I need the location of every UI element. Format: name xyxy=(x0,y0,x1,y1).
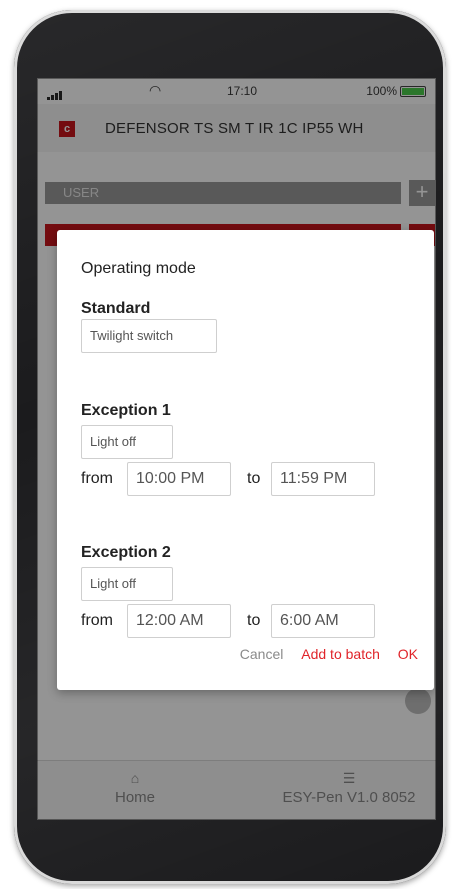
ok-button[interactable]: OK xyxy=(398,646,418,662)
standard-mode-select[interactable]: Twilight switch xyxy=(81,319,217,353)
exception2-heading: Exception 2 xyxy=(81,544,171,561)
exception2-to-label: to xyxy=(247,612,261,629)
exception2-to-time[interactable]: 6:00 AM xyxy=(271,604,375,638)
exception1-from-time[interactable]: 10:00 PM xyxy=(127,462,231,496)
exception1-to-label: to xyxy=(247,470,261,487)
exception1-mode-select[interactable]: Light off xyxy=(81,425,173,459)
cancel-button[interactable]: Cancel xyxy=(240,646,284,662)
exception1-from-label: from xyxy=(81,470,113,487)
exception2-mode-select[interactable]: Light off xyxy=(81,567,173,601)
dialog-actions: Cancel Add to batch OK xyxy=(226,646,418,662)
standard-heading: Standard xyxy=(81,300,151,317)
exception2-from-label: from xyxy=(81,612,113,629)
dialog-title: Operating mode xyxy=(81,260,196,277)
exception2-from-time[interactable]: 12:00 AM xyxy=(127,604,231,638)
exception1-heading: Exception 1 xyxy=(81,402,171,419)
exception1-to-time[interactable]: 11:59 PM xyxy=(271,462,375,496)
operating-mode-dialog: Operating mode Standard Twilight switch … xyxy=(57,230,434,690)
app-screen: ◠ 17:10 100% c DEFENSOR TS SM T IR 1C IP… xyxy=(37,78,436,820)
add-to-batch-button[interactable]: Add to batch xyxy=(301,646,380,662)
